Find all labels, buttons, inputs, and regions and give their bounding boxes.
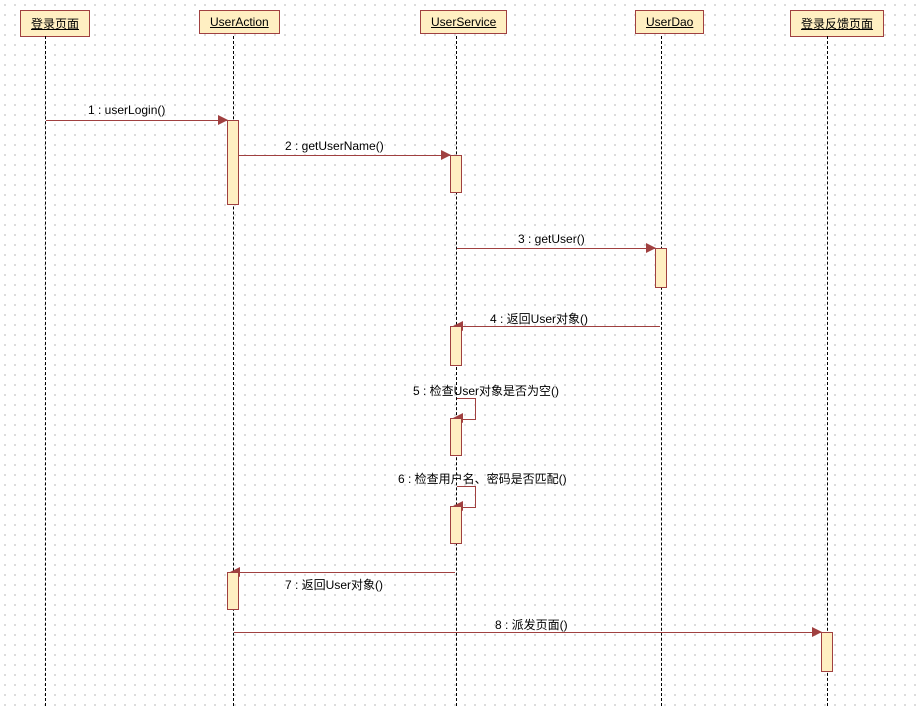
message-line-3 [457,248,655,249]
message-label-3: 3 : getUser() [518,232,585,246]
participant-login-page: 登录页面 [20,10,90,37]
message-label-8: 8 : 派发页面() [495,616,568,633]
participant-user-dao: UserDao [635,10,704,34]
lifeline-feedback-page [827,36,828,706]
activation-feedback-1 [821,632,833,672]
participant-user-action: UserAction [199,10,280,34]
activation-user-service-3 [450,418,462,456]
message-label-6: 6 : 检查用户名、密码是否匹配() [398,470,567,487]
message-line-1 [46,120,227,121]
activation-user-action-2 [227,572,239,610]
activation-user-service-4 [450,506,462,544]
activation-user-service-2 [450,326,462,366]
lifeline-user-service [456,36,457,706]
message-label-1: 1 : userLogin() [88,103,165,117]
participant-feedback-page: 登录反馈页面 [790,10,884,37]
message-label-4: 4 : 返回User对象() [490,310,588,327]
message-label-2: 2 : getUserName() [285,139,384,153]
participant-user-service: UserService [420,10,507,34]
activation-user-service-1 [450,155,462,193]
message-line-7 [239,572,455,573]
message-line-2 [239,155,450,156]
lifeline-login-page [45,36,46,706]
message-label-7: 7 : 返回User对象() [285,576,383,593]
message-label-5: 5 : 检查User对象是否为空() [413,382,559,399]
activation-user-dao-1 [655,248,667,288]
lifeline-user-dao [661,36,662,706]
activation-user-action-1 [227,120,239,205]
